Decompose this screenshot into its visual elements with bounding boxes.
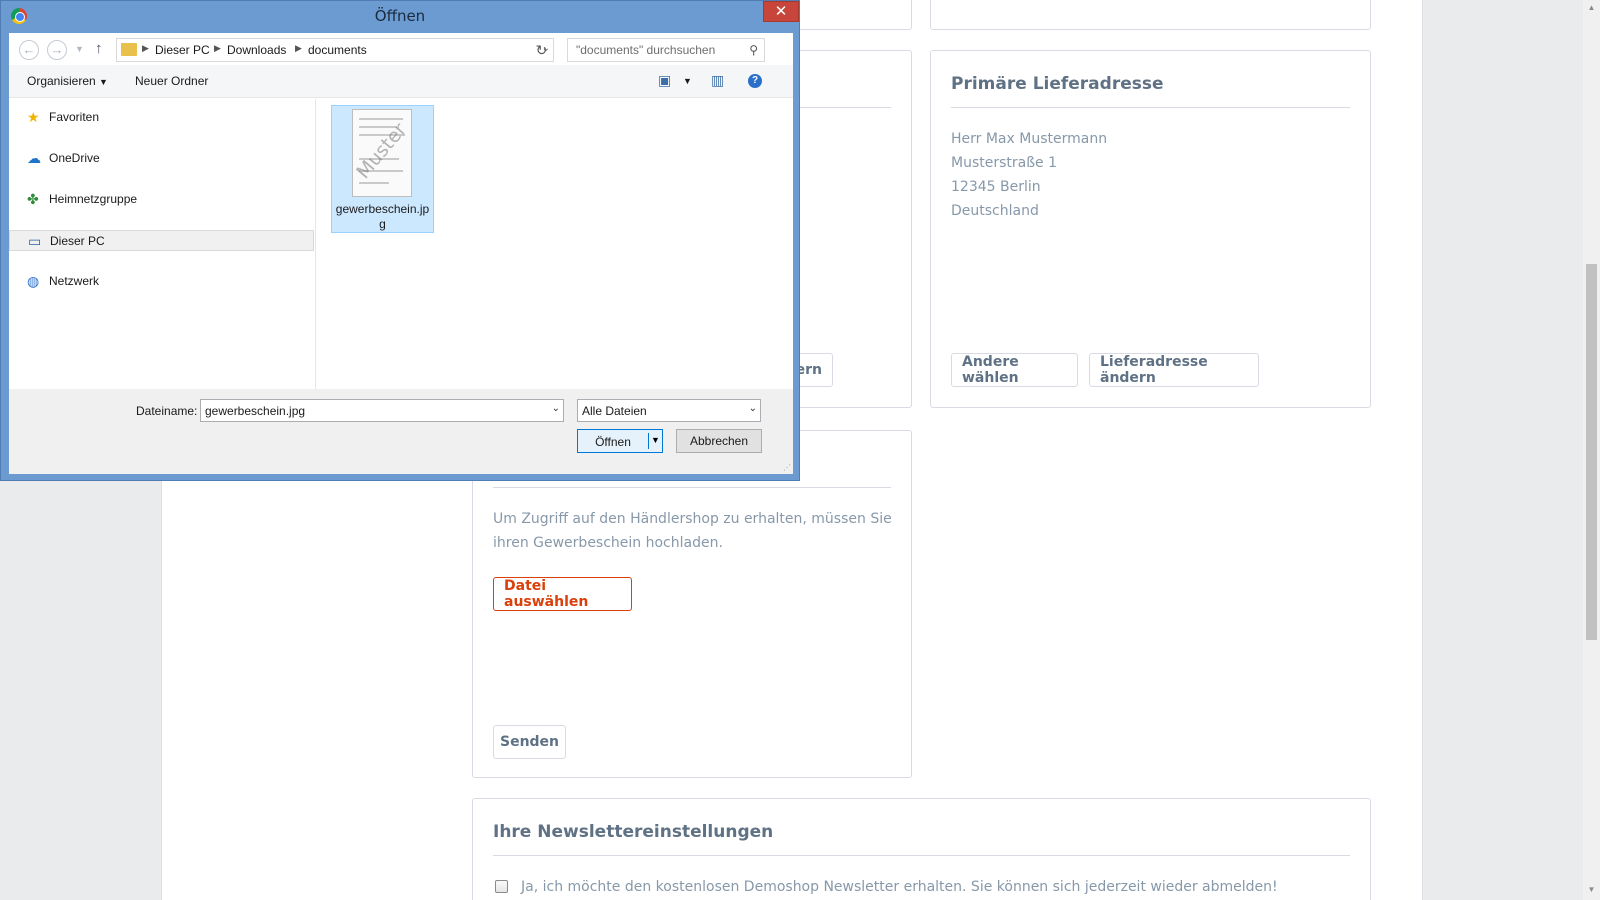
- panel-divider: [493, 855, 1350, 856]
- new-folder-button[interactable]: Neuer Ordner: [135, 74, 208, 88]
- back-arrow-icon[interactable]: ←: [19, 40, 39, 60]
- breadcrumb-documents[interactable]: documents: [308, 43, 367, 57]
- up-arrow-icon[interactable]: ↑: [95, 40, 103, 57]
- search-input[interactable]: "documents" durchsuchen ⚲: [567, 38, 765, 62]
- organize-label: Organisieren: [27, 74, 96, 88]
- view-options-chevron-icon[interactable]: ▼: [683, 76, 692, 86]
- chevron-down-icon: ▼: [99, 77, 108, 87]
- breadcrumb-this-pc[interactable]: Dieser PC: [155, 43, 210, 57]
- address-line-street: Musterstraße 1: [951, 155, 1058, 171]
- trade-license-panel: Um Zugriff auf den Händlershop zu erhalt…: [472, 430, 912, 778]
- scrollbar-thumb[interactable]: [1586, 264, 1597, 640]
- network-icon: ◍: [27, 273, 40, 289]
- chevron-down-icon[interactable]: ⌄: [749, 403, 757, 414]
- change-view-icon[interactable]: ▣: [658, 72, 671, 89]
- search-icon[interactable]: ⚲: [749, 43, 758, 57]
- nav-item-label: Dieser PC: [50, 234, 105, 248]
- scroll-up-arrow-icon[interactable]: ▲: [1587, 4, 1596, 12]
- filename-value: gewerbeschein.jpg: [205, 404, 306, 418]
- choose-file-button[interactable]: Datei auswählen: [493, 577, 632, 611]
- filename-field[interactable]: gewerbeschein.jpg ⌄: [200, 399, 564, 422]
- recent-locations-chevron-icon[interactable]: ▼: [75, 44, 84, 54]
- dialog-bottom-bar: Dateiname: gewerbeschein.jpg ⌄ Alle Date…: [9, 389, 793, 474]
- preview-pane-icon[interactable]: ▥: [711, 72, 724, 89]
- address-line-country: Deutschland: [951, 203, 1039, 219]
- choose-other-address-button[interactable]: Andere wählen: [951, 353, 1078, 387]
- chevron-down-icon[interactable]: ⌄: [552, 403, 560, 414]
- file-item[interactable]: Muster gewerbeschein.jpg: [331, 105, 434, 233]
- newsletter-checkbox[interactable]: [495, 880, 508, 893]
- send-button[interactable]: Senden: [493, 725, 566, 759]
- file-list-pane: Muster gewerbeschein.jpg: [317, 99, 793, 389]
- file-name: gewerbeschein.jpg: [335, 202, 430, 231]
- nav-item-homegroup[interactable]: ✤ Heimnetzgruppe: [9, 189, 314, 210]
- breadcrumb-separator-icon[interactable]: ▶: [295, 43, 302, 54]
- breadcrumb-separator-icon[interactable]: ▶: [142, 43, 149, 54]
- cancel-button[interactable]: Abbrechen: [676, 429, 762, 453]
- newsletter-panel: Ihre Newslettereinstellungen Ja, ich möc…: [472, 798, 1371, 900]
- homegroup-icon: ✤: [27, 191, 39, 207]
- close-icon[interactable]: ✕: [763, 1, 799, 22]
- filename-label: Dateiname:: [136, 404, 198, 418]
- panel-divider: [951, 107, 1350, 108]
- shipping-address-panel: Primäre Lieferadresse Herr Max Musterman…: [930, 50, 1371, 408]
- nav-item-network[interactable]: ◍ Netzwerk: [9, 271, 314, 292]
- nav-item-this-pc[interactable]: ▭ Dieser PC: [9, 230, 314, 251]
- newsletter-checkbox-label[interactable]: Ja, ich möchte den kostenlosen Demoshop …: [521, 879, 1278, 895]
- computer-icon: ▭: [28, 233, 42, 249]
- thumbnail-watermark: Muster: [352, 118, 412, 184]
- filetype-select[interactable]: Alle Dateien ⌄: [577, 399, 761, 422]
- organize-menu-button[interactable]: Organisieren ▼: [27, 74, 108, 88]
- address-line-name: Herr Max Mustermann: [951, 131, 1108, 147]
- nav-item-label: OneDrive: [49, 151, 100, 165]
- scroll-down-arrow-icon[interactable]: ▼: [1587, 886, 1596, 894]
- dialog-toolbar: Organisieren ▼ Neuer Ordner ▣ ▼ ▥ ?: [9, 65, 793, 98]
- panel-divider: [493, 487, 891, 488]
- cloud-icon: ☁: [27, 150, 41, 166]
- address-bar[interactable]: ▶ Dieser PC ▶ Downloads ▶ documents ⌄: [116, 38, 554, 62]
- nav-item-label: Favoriten: [49, 110, 100, 124]
- breadcrumb-downloads[interactable]: Downloads: [227, 43, 286, 57]
- star-icon: ★: [27, 109, 40, 125]
- breadcrumb-separator-icon[interactable]: ▶: [214, 43, 221, 54]
- nav-item-favorites[interactable]: ★ Favoriten: [9, 107, 314, 128]
- filetype-value: Alle Dateien: [582, 404, 647, 418]
- billing-panel-top: [930, 0, 1371, 30]
- dialog-navbar: ← → ▼ ↑ ▶ Dieser PC ▶ Downloads ▶ docume…: [9, 33, 793, 65]
- dialog-title: Öffnen: [374, 7, 426, 25]
- navigation-pane: ★ Favoriten ☁ OneDrive ✤ Heimnetzgruppe …: [9, 99, 316, 389]
- resize-grip-icon[interactable]: ⋰: [783, 463, 791, 472]
- page-scrollbar[interactable]: ▲ ▼: [1583, 0, 1600, 900]
- open-options-chevron-icon[interactable]: ▼: [651, 435, 660, 445]
- nav-item-label: Netzwerk: [49, 274, 100, 288]
- help-icon[interactable]: ?: [748, 74, 762, 88]
- newsletter-title: Ihre Newslettereinstellungen: [493, 822, 774, 842]
- dialog-titlebar[interactable]: Öffnen ✕: [1, 1, 799, 32]
- change-shipping-address-button[interactable]: Lieferadresse ändern: [1089, 353, 1259, 387]
- trade-license-description: Um Zugriff auf den Händlershop zu erhalt…: [493, 511, 892, 551]
- split-divider: [648, 433, 649, 449]
- folder-icon: [121, 43, 137, 56]
- search-placeholder: "documents" durchsuchen: [576, 43, 716, 57]
- nav-item-label: Heimnetzgruppe: [49, 192, 138, 206]
- open-button-label: Öffnen: [595, 435, 631, 449]
- forward-arrow-icon[interactable]: →: [47, 40, 67, 60]
- address-line-city: 12345 Berlin: [951, 179, 1041, 195]
- shipping-address-title: Primäre Lieferadresse: [951, 74, 1164, 94]
- dialog-body: ← → ▼ ↑ ▶ Dieser PC ▶ Downloads ▶ docume…: [9, 33, 793, 474]
- file-open-dialog: Öffnen ✕ ← → ▼ ↑ ▶ Dieser PC ▶ Downloads…: [0, 0, 800, 481]
- open-button[interactable]: Öffnen ▼: [577, 429, 663, 453]
- file-thumbnail: Muster: [352, 109, 412, 197]
- refresh-icon[interactable]: ↻: [530, 38, 554, 62]
- nav-item-onedrive[interactable]: ☁ OneDrive: [9, 148, 314, 169]
